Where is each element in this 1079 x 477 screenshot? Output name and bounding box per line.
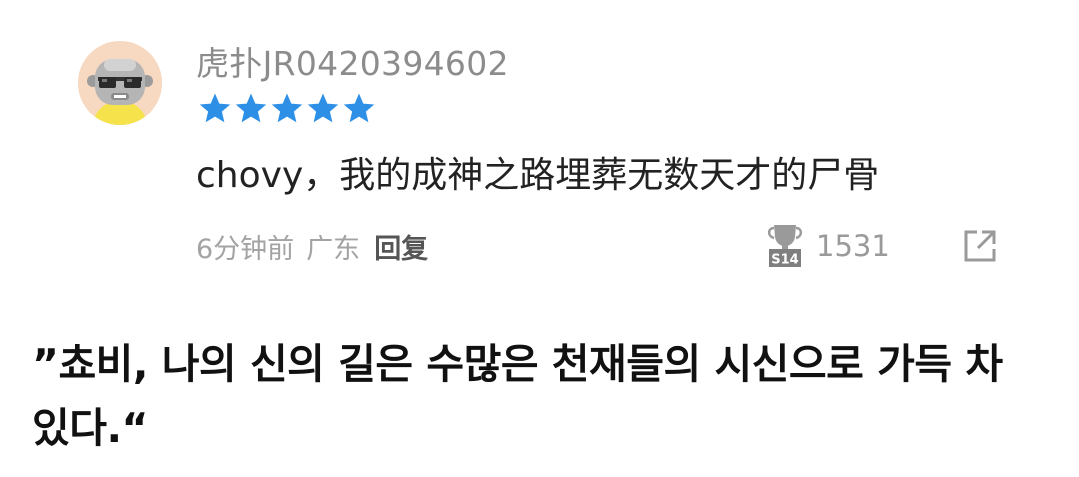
star-icon [235,93,267,123]
like-count: 1531 [816,229,890,263]
like-badge-text: S14 [771,253,798,268]
username[interactable]: 虎扑JR0420394602 [196,42,509,86]
comment-text: chovy，我的成神之路埋葬无数天才的尸骨 [196,155,880,196]
star-icon [199,93,231,123]
star-icon [271,93,303,123]
reply-button[interactable]: 回复 [374,227,428,266]
share-icon[interactable] [962,228,998,264]
s14-trophy-icon: S14 [767,225,803,268]
star-rating [198,92,376,126]
comment-meta: 6分钟前 广东 回复 [196,226,428,266]
comment-location: 广东 [306,233,361,265]
star-icon [307,93,339,123]
comment-time: 6分钟前 [196,233,295,265]
star-icon [343,93,375,123]
like-button[interactable]: S14 1531 [760,224,890,268]
cartoon-avatar-icon [78,41,162,125]
avatar[interactable] [78,41,162,125]
translation-caption: ”쵸비, 나의 신의 길은 수많은 천재들의 시신으로 가득 차 있다.“ [32,340,1003,452]
comment-card: 虎扑JR0420394602 chovy，我的成神之路埋葬无数天才的尸骨 6分钟… [0,0,1079,300]
